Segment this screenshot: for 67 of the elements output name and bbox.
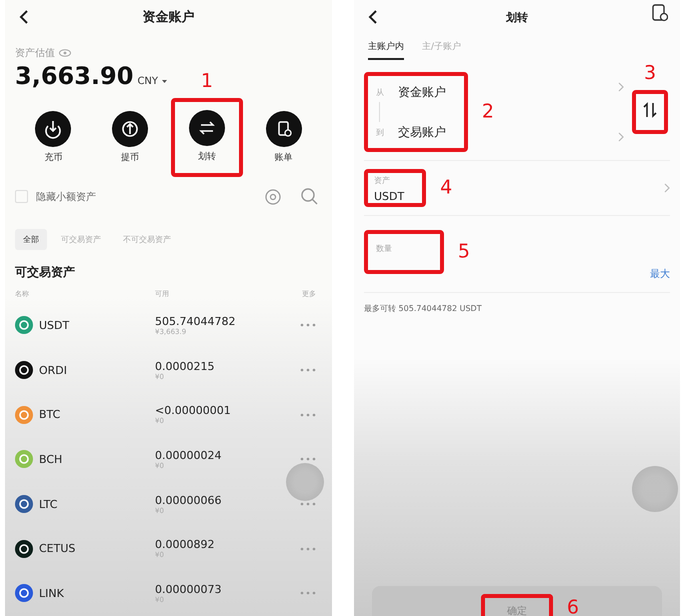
chevron-icon[interactable]: [618, 82, 624, 92]
more-icon[interactable]: [300, 412, 316, 417]
upload-icon: [112, 111, 148, 147]
to-label: 到: [376, 126, 385, 138]
download-icon: [35, 111, 72, 147]
back-icon[interactable]: [19, 10, 29, 24]
swap-icon[interactable]: [642, 102, 658, 118]
more-icon[interactable]: [300, 323, 316, 328]
more-icon[interactable]: [300, 502, 316, 506]
more-icon[interactable]: [300, 591, 316, 596]
asset-value: USDT: [374, 190, 404, 203]
filter-tab[interactable]: 全部: [15, 229, 47, 250]
amount-text: <0.00000001: [155, 404, 232, 418]
annotation-number: 5: [458, 242, 470, 262]
tab[interactable]: 主账户内: [368, 36, 404, 60]
more-icon[interactable]: [300, 546, 316, 551]
action-button[interactable]: 提币: [112, 111, 148, 164]
coin-name: LTC: [39, 498, 58, 511]
annotation-number: 1: [200, 72, 213, 91]
from-label: 从: [376, 86, 385, 98]
coin-name: USDT: [39, 318, 70, 332]
transfer-icon: [188, 110, 225, 146]
bill-icon: [266, 111, 302, 147]
max-link[interactable]: 最大: [650, 267, 670, 281]
available-text: 最多可转 505.74044782 USDT: [364, 303, 483, 314]
annotation-number: 4: [440, 178, 452, 198]
amount-text: 0.0000892: [155, 538, 216, 552]
chevron-icon[interactable]: [618, 132, 624, 142]
more-icon[interactable]: [300, 368, 316, 372]
bill-icon[interactable]: [652, 4, 668, 22]
floating-button[interactable]: [632, 466, 678, 512]
screen-title: 资金账户: [142, 8, 194, 26]
section-title: 可交易资产: [15, 264, 76, 281]
amount-text: 0.00000024: [155, 448, 222, 462]
search-icon[interactable]: [301, 188, 318, 205]
amount-text: 0.00000066: [155, 494, 222, 507]
annotation-number: 2: [482, 102, 494, 122]
amount-text: 505.74044782: [155, 314, 236, 328]
coin-name: BTC: [39, 408, 60, 422]
screen-title: 划转: [506, 10, 528, 24]
chevron-icon[interactable]: [664, 183, 670, 193]
asset-label: 资产: [374, 175, 391, 186]
total-value: 3,663.90: [15, 62, 134, 90]
back-icon[interactable]: [368, 10, 378, 24]
floating-button[interactable]: [286, 463, 324, 501]
checkbox-label: 隐藏小额资产: [36, 190, 96, 204]
amount-label: 数量: [376, 244, 392, 253]
eye-icon[interactable]: [59, 49, 71, 57]
action-button[interactable]: 账单: [266, 111, 302, 164]
account-selector[interactable]: 交易账户: [398, 124, 446, 140]
more-icon[interactable]: [300, 457, 316, 462]
account-selector[interactable]: 资金账户: [398, 84, 446, 100]
amount-text: 0.0000215: [155, 360, 216, 373]
action-button[interactable]: 划转: [188, 110, 225, 163]
checkbox[interactable]: [15, 190, 28, 203]
target-icon[interactable]: [265, 188, 281, 204]
coin-name: CETUS: [39, 542, 76, 556]
currency-label: CNY: [137, 76, 158, 87]
action-button[interactable]: 充币: [35, 111, 72, 164]
coin-name: ORDI: [39, 364, 68, 377]
annotation-number: 6: [566, 598, 579, 616]
coin-name: LINK: [39, 586, 64, 600]
caret-icon[interactable]: [162, 79, 168, 84]
annotation-number: 3: [644, 64, 656, 83]
valuation-label: 资产估值: [15, 46, 55, 60]
coin-name: BCH: [39, 452, 62, 466]
amount-text: 0.00000073: [155, 582, 222, 596]
